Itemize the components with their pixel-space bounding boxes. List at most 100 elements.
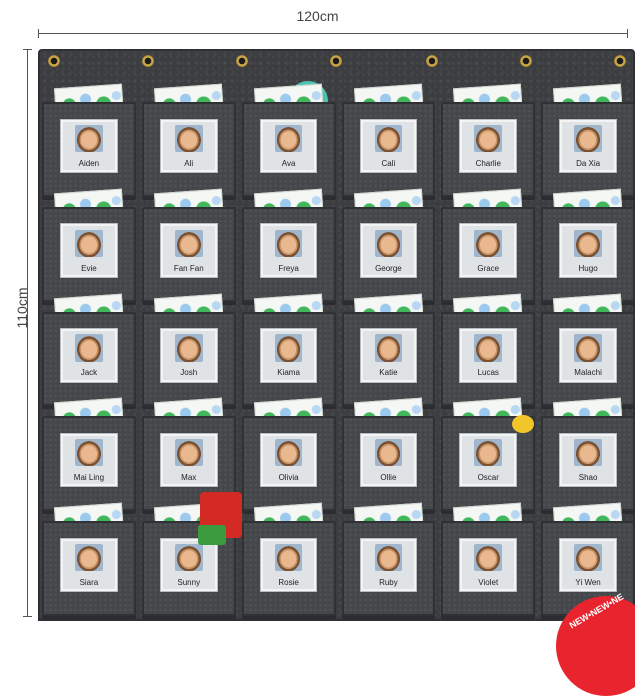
pocket-cell: Ali (141, 83, 236, 197)
child-photo (474, 543, 503, 572)
name-card-sleeve: Malachi (559, 328, 617, 383)
child-photo (75, 229, 103, 257)
pocket-cell: Evie (42, 188, 136, 302)
pocket-cell: Jack (42, 293, 136, 407)
child-name: Evie (81, 263, 97, 273)
name-card-sleeve: Rosie (259, 537, 318, 593)
felt-pocket: Cali (341, 102, 436, 197)
child-name: Olivia (278, 473, 299, 483)
pocket-cell: George (341, 188, 436, 302)
pocket-cell: Fan Fan (141, 188, 236, 302)
grommet-icon (520, 55, 532, 67)
felt-pocket: Evie (42, 206, 136, 302)
pocket-cell: Ava (241, 83, 336, 197)
name-card-sleeve: Fan Fan (159, 223, 218, 278)
child-name: Cali (381, 158, 396, 168)
pocket-cell: Ollie (341, 398, 436, 512)
felt-pocket: Aiden (42, 102, 136, 197)
child-photo (574, 229, 602, 257)
pocket-cell: Josh (141, 293, 236, 407)
name-card-sleeve: Aiden (60, 118, 118, 174)
name-card-sleeve: Yi Wen (559, 537, 617, 593)
child-photo (474, 334, 503, 362)
pocket-cell: Mai Ling (42, 398, 136, 512)
child-name: Josh (180, 368, 198, 378)
width-label: 120cm (296, 8, 339, 24)
name-card-sleeve: Max (159, 432, 218, 488)
child-name: Kiama (277, 368, 300, 378)
child-photo (374, 439, 403, 467)
felt-pocket: Rosie (241, 521, 336, 616)
child-photo (574, 439, 602, 467)
child-name: Sunny (177, 578, 201, 588)
felt-pocket: Siara (42, 521, 136, 616)
felt-pocket: Kiama (241, 311, 336, 407)
felt-pocket: Shao (541, 416, 635, 512)
child-photo (174, 334, 203, 362)
name-card-sleeve: Josh (159, 328, 218, 383)
child-name: Da Xia (576, 158, 601, 168)
child-photo (174, 124, 203, 153)
name-card-sleeve: Hugo (559, 223, 617, 278)
child-name: Ali (184, 158, 194, 168)
child-name: Freya (278, 263, 299, 273)
toy-ball-yellow (512, 415, 534, 433)
pocket-cell: Violet (441, 502, 536, 616)
name-card-sleeve: Shao (559, 432, 617, 488)
pocket-cell: Ruby (341, 502, 436, 616)
pocket-cell: Kiama (241, 293, 336, 407)
child-name: Shao (578, 473, 598, 483)
name-card-sleeve: Mai Ling (60, 432, 118, 488)
child-photo (374, 229, 403, 257)
child-photo (75, 543, 103, 572)
felt-pocket: Charlie (441, 102, 536, 197)
pocket-cell: Olivia (241, 398, 336, 512)
child-photo (174, 439, 203, 467)
pocket-cell: Charlie (441, 83, 536, 197)
name-card-sleeve: Violet (459, 537, 517, 593)
name-card-sleeve: Oscar (459, 432, 517, 488)
name-card-sleeve: Ruby (359, 537, 418, 593)
grommet-icon (48, 55, 60, 67)
name-card-sleeve: Jack (60, 328, 118, 383)
child-name: Lucas (477, 368, 499, 378)
child-name: Ava (281, 158, 296, 168)
child-photo (75, 334, 103, 362)
grommet-icon (142, 55, 154, 67)
name-card-sleeve: Sunny (159, 537, 218, 593)
pocket-cell: Da Xia (541, 83, 635, 197)
grommet-icon (426, 55, 438, 67)
child-name: Ollie (380, 473, 397, 483)
felt-pocket: Jack (42, 311, 136, 407)
pocket-cell: Grace (441, 188, 536, 302)
name-card-sleeve: Ollie (359, 432, 418, 488)
name-card-sleeve: Lucas (459, 328, 517, 383)
felt-pocket: Ollie (341, 416, 436, 512)
felt-pocket: Grace (441, 206, 536, 302)
child-photo (274, 543, 303, 572)
child-name: Oscar (477, 473, 499, 483)
child-name: Katie (379, 368, 398, 378)
child-name: Rosie (278, 578, 299, 588)
child-photo (274, 124, 303, 153)
name-card-sleeve: Ali (159, 118, 218, 174)
felt-pocket: Lucas (441, 311, 536, 407)
child-name: Hugo (578, 263, 598, 273)
pocket-cell: Shao (541, 398, 635, 512)
pocket-grid: Aiden Ali Ava Cali Charlie Da Xia Evie Fan Fan F… (42, 83, 635, 616)
name-card-sleeve: Olivia (259, 432, 318, 488)
child-photo (274, 334, 303, 362)
child-photo (474, 124, 503, 153)
felt-pocket: Ava (241, 102, 336, 197)
grommet-icon (330, 55, 342, 67)
child-photo (374, 334, 403, 362)
pocket-cell: Katie (341, 293, 436, 407)
felt-pocket: Violet (441, 521, 536, 616)
child-photo (574, 334, 602, 362)
felt-pocket: George (341, 206, 436, 302)
felt-pocket: Katie (341, 311, 436, 407)
felt-pocket: Josh (141, 311, 236, 407)
pocket-cell: Aiden (42, 83, 136, 197)
pocket-cell: Malachi (541, 293, 635, 407)
child-photo (574, 124, 602, 153)
